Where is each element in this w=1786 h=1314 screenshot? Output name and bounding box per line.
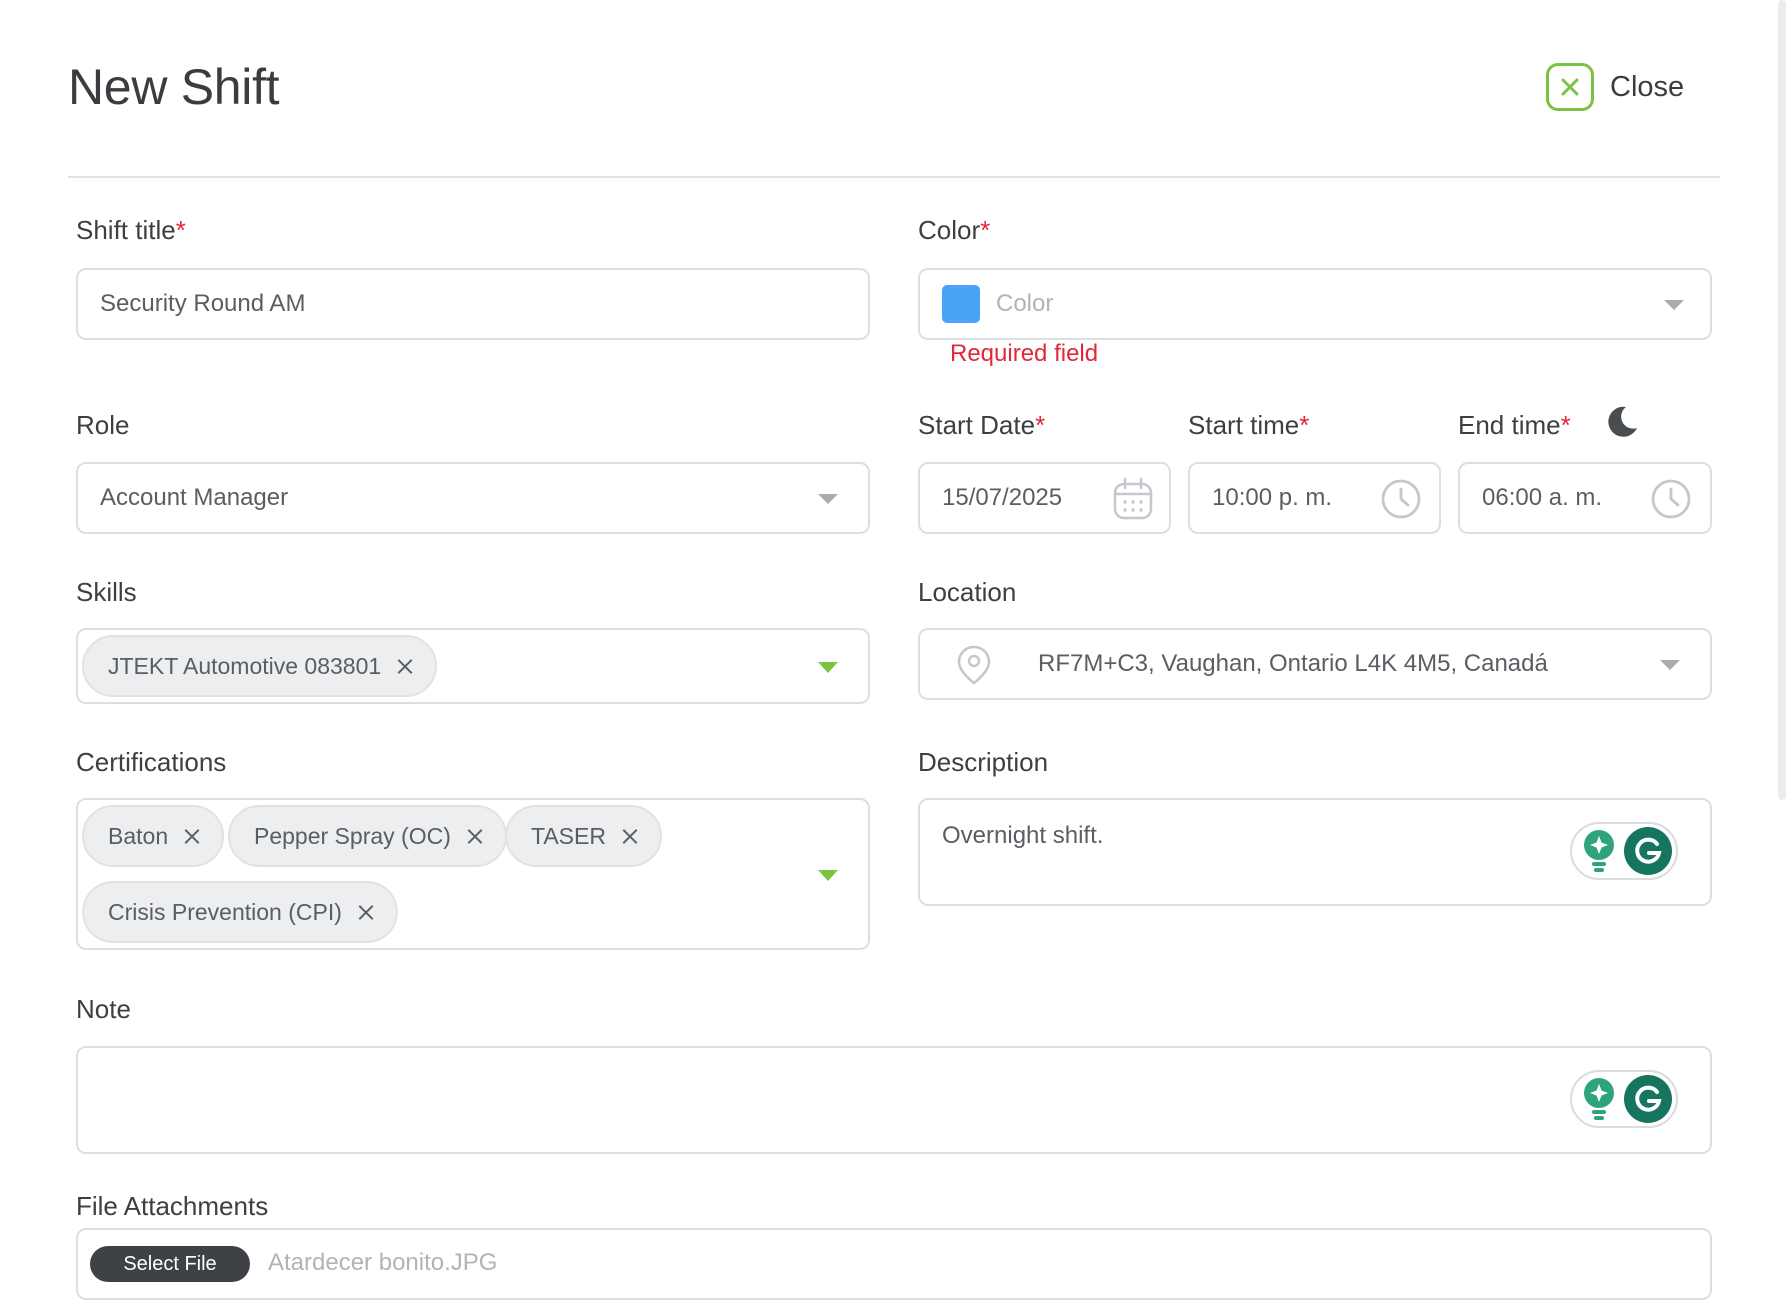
chevron-down-icon[interactable]: [1660, 660, 1680, 670]
close-label: Close: [1610, 70, 1685, 103]
description-value: Overnight shift.: [942, 822, 1104, 849]
close-icon[interactable]: [1546, 63, 1594, 111]
start-date-label: Start Date*: [918, 410, 1046, 440]
role-label: Role: [76, 410, 130, 440]
role-value: Account Manager: [100, 484, 289, 511]
color-placeholder: Color: [996, 290, 1054, 317]
shift-title-label: Shift title*: [76, 215, 186, 245]
chevron-down-icon[interactable]: [1664, 300, 1684, 310]
color-error-message: Required field: [950, 340, 1099, 367]
grammarly-icon[interactable]: [1624, 827, 1672, 875]
role-select[interactable]: Account Manager: [76, 462, 870, 534]
start-date-value: 15/07/2025: [942, 484, 1063, 511]
skills-select[interactable]: JTEKT Automotive 083801: [76, 628, 870, 704]
location-select[interactable]: RF7M+C3, Vaughan, Ontario L4K 4M5, Canad…: [918, 628, 1712, 700]
certification-chip[interactable]: Pepper Spray (OC): [228, 805, 507, 867]
chip-label: Baton: [108, 822, 169, 849]
chip-label: TASER: [531, 822, 606, 849]
grammarly-widget[interactable]: [1570, 822, 1678, 880]
chevron-down-icon[interactable]: [818, 494, 838, 504]
certifications-label: Certifications: [76, 747, 227, 777]
start-date-input[interactable]: 15/07/2025: [918, 462, 1171, 534]
remove-chip-icon[interactable]: [184, 828, 200, 844]
close-button[interactable]: Close: [1546, 62, 1684, 112]
remove-chip-icon[interactable]: [397, 658, 413, 674]
page-title: New Shift: [68, 59, 280, 115]
grammarly-widget[interactable]: [1570, 1070, 1678, 1128]
lightbulb-icon[interactable]: [1582, 1076, 1616, 1122]
start-time-input[interactable]: 10:00 p. m.: [1188, 462, 1441, 534]
clock-icon[interactable]: [1380, 478, 1422, 525]
chip-label: Crisis Prevention (CPI): [108, 898, 342, 925]
end-time-input[interactable]: 06:00 a. m.: [1458, 462, 1712, 534]
shift-title-value: Security Round AM: [100, 290, 306, 317]
end-time-label: End time*: [1458, 410, 1571, 440]
location-label: Location: [918, 577, 1017, 607]
remove-chip-icon[interactable]: [622, 828, 638, 844]
start-time-value: 10:00 p. m.: [1212, 484, 1333, 511]
lightbulb-icon[interactable]: [1582, 828, 1616, 874]
grammarly-icon[interactable]: [1624, 1075, 1672, 1123]
description-textarea[interactable]: Overnight shift.: [918, 798, 1712, 906]
description-label: Description: [918, 747, 1049, 777]
skills-label: Skills: [76, 577, 137, 607]
end-time-value: 06:00 a. m.: [1482, 484, 1603, 511]
remove-chip-icon[interactable]: [467, 828, 483, 844]
skill-chip[interactable]: JTEKT Automotive 083801: [82, 635, 438, 697]
color-label: Color*: [918, 215, 991, 245]
certification-chip[interactable]: TASER: [505, 805, 662, 867]
location-value: RF7M+C3, Vaughan, Ontario L4K 4M5, Canad…: [1038, 650, 1548, 677]
file-attachments-label: File Attachments: [76, 1191, 269, 1221]
chip-label: Pepper Spray (OC): [254, 822, 451, 849]
certifications-select[interactable]: Baton Pepper Spray (OC) TASER Crisis Pre…: [76, 798, 870, 950]
shift-title-input[interactable]: Security Round AM: [76, 268, 870, 340]
file-name: Atardecer bonito.JPG: [268, 1249, 498, 1276]
certification-chip[interactable]: Baton: [82, 805, 225, 867]
chip-label: JTEKT Automotive 083801: [108, 652, 382, 679]
chevron-down-icon[interactable]: [818, 662, 838, 673]
calendar-icon[interactable]: [1112, 476, 1154, 527]
color-select[interactable]: Color: [918, 268, 1712, 340]
moon-icon: [1604, 404, 1640, 445]
note-textarea[interactable]: [76, 1046, 1712, 1154]
certification-chip[interactable]: Crisis Prevention (CPI): [82, 881, 398, 943]
chevron-down-icon[interactable]: [818, 870, 838, 881]
header-divider: [68, 176, 1720, 178]
scrollbar[interactable]: [1778, 0, 1786, 800]
location-pin-icon: [956, 644, 992, 691]
remove-chip-icon[interactable]: [358, 904, 374, 920]
note-label: Note: [76, 994, 131, 1024]
color-swatch: [942, 285, 980, 323]
select-file-button[interactable]: Select File: [90, 1246, 250, 1282]
start-time-label: Start time*: [1188, 410, 1310, 440]
clock-icon[interactable]: [1650, 478, 1692, 525]
